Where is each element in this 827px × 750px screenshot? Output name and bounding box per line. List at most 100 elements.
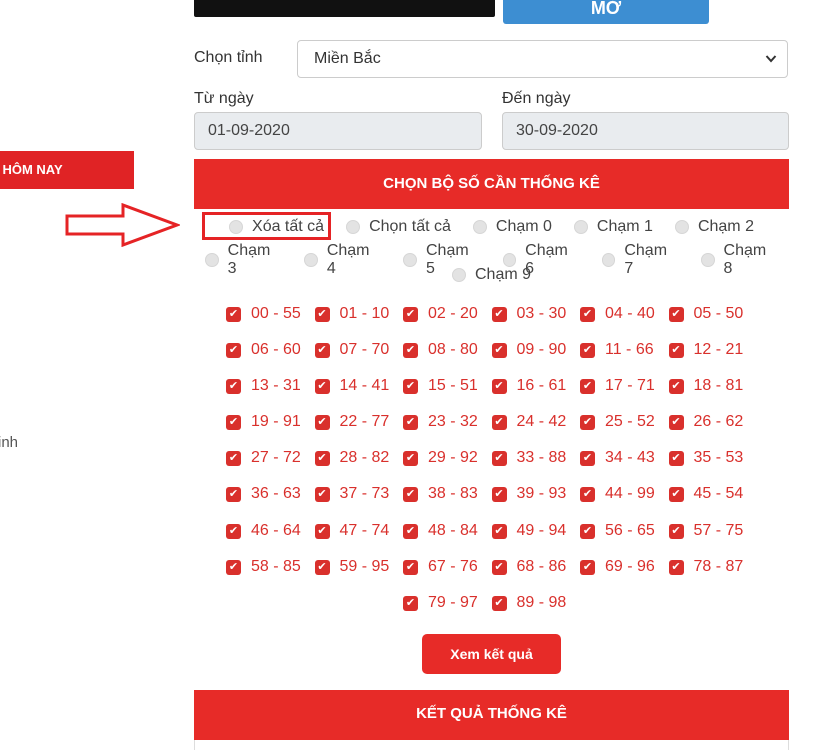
- checkmark-icon[interactable]: ✔: [491, 487, 507, 503]
- checkmark-icon[interactable]: ✔: [668, 559, 684, 575]
- checkmark-icon[interactable]: ✔: [403, 559, 418, 575]
- open-button[interactable]: MỞ: [503, 0, 709, 24]
- pair-checkbox-item[interactable]: ✔ 01 - 10: [314, 305, 404, 341]
- checkmark-icon[interactable]: ✔: [314, 307, 330, 322]
- pair-checkbox-item[interactable]: ✔ 34 - 43: [580, 449, 669, 485]
- checkmark-icon[interactable]: ✔: [491, 343, 507, 359]
- pair-checkbox-item[interactable]: ✔ 69 - 96: [580, 558, 669, 594]
- checkmark-icon[interactable]: ✔: [491, 307, 507, 322]
- checkmark-icon[interactable]: ✔: [314, 379, 330, 395]
- pair-checkbox-item[interactable]: ✔ 49 - 94: [491, 522, 581, 558]
- pair-checkbox-item[interactable]: ✔ 11 - 66: [580, 341, 669, 377]
- pair-checkbox-item[interactable]: ✔ 59 - 95: [314, 558, 404, 594]
- checkmark-icon[interactable]: ✔: [491, 451, 507, 467]
- checkmark-icon[interactable]: ✔: [403, 343, 418, 359]
- checkmark-icon[interactable]: ✔: [226, 343, 241, 359]
- radio-cham-2[interactable]: Chạm 2: [674, 218, 754, 236]
- checkmark-icon[interactable]: ✔: [580, 559, 595, 575]
- to-date-field[interactable]: 30-09-2020: [502, 112, 789, 150]
- checkmark-icon[interactable]: ✔: [668, 523, 684, 539]
- pair-checkbox-item[interactable]: ✔ 67 - 76: [403, 558, 492, 594]
- pair-checkbox-item[interactable]: ✔ 23 - 32: [403, 413, 492, 449]
- checkmark-icon[interactable]: ✔: [403, 379, 418, 395]
- checkmark-icon[interactable]: ✔: [491, 595, 507, 611]
- radio-cham-9[interactable]: Chạm 9: [451, 266, 531, 284]
- pair-checkbox-item[interactable]: ✔ 15 - 51: [403, 377, 492, 413]
- pair-checkbox-item[interactable]: ✔ 08 - 80: [403, 341, 492, 377]
- checkmark-icon[interactable]: ✔: [314, 451, 330, 467]
- pair-checkbox-item[interactable]: ✔ 12 - 21: [668, 341, 758, 377]
- pair-checkbox-item[interactable]: ✔ 18 - 81: [668, 377, 758, 413]
- checkmark-icon[interactable]: ✔: [226, 307, 241, 322]
- pair-checkbox-item[interactable]: ✔ 24 - 42: [491, 413, 581, 449]
- checkmark-icon[interactable]: ✔: [491, 415, 507, 431]
- pair-checkbox-item[interactable]: ✔ 22 - 77: [314, 413, 404, 449]
- checkmark-icon[interactable]: ✔: [226, 451, 241, 467]
- pair-checkbox-item[interactable]: ✔ 27 - 72: [226, 449, 315, 485]
- pair-checkbox-item[interactable]: ✔ 16 - 61: [491, 377, 581, 413]
- pair-checkbox-item[interactable]: ✔ 79 - 97: [403, 594, 492, 630]
- pair-checkbox-item[interactable]: ✔ 56 - 65: [580, 522, 669, 558]
- pair-checkbox-item[interactable]: ✔ 13 - 31: [226, 377, 315, 413]
- pair-checkbox-item[interactable]: ✔ 04 - 40: [580, 305, 669, 341]
- checkmark-icon[interactable]: ✔: [580, 415, 595, 431]
- pair-checkbox-item[interactable]: ✔ 25 - 52: [580, 413, 669, 449]
- checkmark-icon[interactable]: ✔: [314, 415, 330, 431]
- checkmark-icon[interactable]: ✔: [668, 307, 684, 322]
- province-select[interactable]: Miền Bắc: [297, 40, 788, 78]
- pair-checkbox-item[interactable]: ✔ 19 - 91: [226, 413, 315, 449]
- pair-checkbox-item[interactable]: ✔ 06 - 60: [226, 341, 315, 377]
- radio-cham-0[interactable]: Chạm 0: [472, 218, 552, 236]
- checkmark-icon[interactable]: ✔: [226, 487, 241, 503]
- pair-checkbox-item[interactable]: ✔ 57 - 75: [668, 522, 758, 558]
- pair-checkbox-item[interactable]: ✔ 14 - 41: [314, 377, 404, 413]
- pair-checkbox-item[interactable]: ✔ 46 - 64: [226, 522, 315, 558]
- checkmark-icon[interactable]: ✔: [314, 343, 330, 359]
- checkmark-icon[interactable]: ✔: [580, 487, 595, 503]
- sidebar-banner[interactable]: M HÔM NAY: [0, 151, 134, 189]
- pair-checkbox-item[interactable]: ✔ 44 - 99: [580, 485, 669, 521]
- pair-checkbox-item[interactable]: ✔ 39 - 93: [491, 485, 581, 521]
- checkmark-icon[interactable]: ✔: [491, 379, 507, 395]
- checkmark-icon[interactable]: ✔: [314, 523, 330, 539]
- checkmark-icon[interactable]: ✔: [403, 523, 418, 539]
- pair-checkbox-item[interactable]: ✔ 48 - 84: [403, 522, 492, 558]
- pair-checkbox-item[interactable]: ✔ 47 - 74: [314, 522, 404, 558]
- pair-checkbox-item[interactable]: ✔ 68 - 86: [491, 558, 581, 594]
- pair-checkbox-item[interactable]: ✔ 03 - 30: [491, 305, 581, 341]
- checkmark-icon[interactable]: ✔: [403, 595, 418, 611]
- pair-checkbox-item[interactable]: ✔ 02 - 20: [403, 305, 492, 341]
- checkmark-icon[interactable]: ✔: [226, 415, 241, 431]
- checkmark-icon[interactable]: ✔: [403, 415, 418, 431]
- checkmark-icon[interactable]: ✔: [314, 559, 330, 575]
- pair-checkbox-item[interactable]: ✔ 26 - 62: [668, 413, 758, 449]
- checkmark-icon[interactable]: ✔: [580, 343, 595, 359]
- checkmark-icon[interactable]: ✔: [580, 451, 595, 467]
- checkmark-icon[interactable]: ✔: [226, 379, 241, 395]
- checkmark-icon[interactable]: ✔: [668, 415, 684, 431]
- pair-checkbox-item[interactable]: ✔ 58 - 85: [226, 558, 315, 594]
- pair-checkbox-item[interactable]: ✔ 78 - 87: [668, 558, 758, 594]
- pair-checkbox-item[interactable]: ✔ 45 - 54: [668, 485, 758, 521]
- pair-checkbox-item[interactable]: ✔ 33 - 88: [491, 449, 581, 485]
- checkmark-icon[interactable]: ✔: [403, 307, 418, 322]
- pair-checkbox-item[interactable]: ✔ 00 - 55: [226, 305, 315, 341]
- radio-select-all[interactable]: Chọn tất cả: [346, 218, 451, 236]
- pair-checkbox-item[interactable]: ✔ 05 - 50: [668, 305, 758, 341]
- pair-checkbox-item[interactable]: ✔ 89 - 98: [491, 594, 581, 630]
- checkmark-icon[interactable]: ✔: [491, 559, 507, 575]
- pair-checkbox-item[interactable]: ✔ 29 - 92: [403, 449, 492, 485]
- from-date-field[interactable]: 01-09-2020: [194, 112, 482, 150]
- view-result-button[interactable]: Xem kết quả: [422, 634, 561, 674]
- pair-checkbox-item[interactable]: ✔ 17 - 71: [580, 377, 669, 413]
- checkmark-icon[interactable]: ✔: [580, 523, 595, 539]
- pair-checkbox-item[interactable]: ✔ 37 - 73: [314, 485, 404, 521]
- checkmark-icon[interactable]: ✔: [314, 487, 330, 503]
- checkmark-icon[interactable]: ✔: [403, 487, 418, 503]
- radio-cham-1[interactable]: Chạm 1: [573, 218, 653, 236]
- checkmark-icon[interactable]: ✔: [580, 307, 595, 322]
- pair-checkbox-item[interactable]: ✔ 36 - 63: [226, 485, 315, 521]
- pair-checkbox-item[interactable]: ✔ 28 - 82: [314, 449, 404, 485]
- pair-checkbox-item[interactable]: ✔ 38 - 83: [403, 485, 492, 521]
- pair-checkbox-item[interactable]: ✔ 35 - 53: [668, 449, 758, 485]
